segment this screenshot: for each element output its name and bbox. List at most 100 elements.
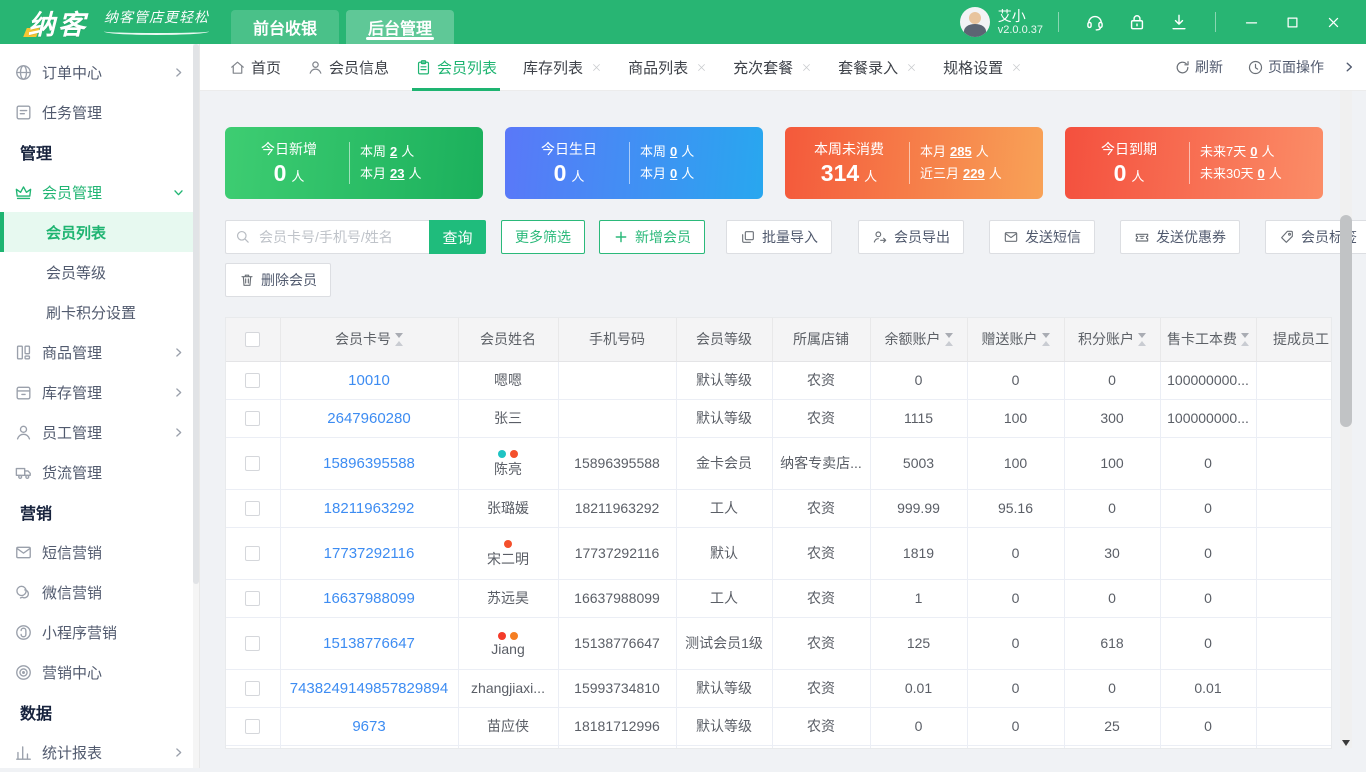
substat-value[interactable]: 0 [1257, 166, 1264, 181]
sidebar-item[interactable]: 会员管理 [0, 172, 199, 212]
row-checkbox[interactable] [245, 411, 260, 426]
page-tab[interactable]: 商品列表 [615, 44, 720, 91]
page-tab[interactable]: 首页 [216, 44, 294, 91]
substat-unit: 人 [408, 166, 421, 181]
row-checkbox[interactable] [245, 681, 260, 696]
stat-card-substats: 本月285人近三月229人 [920, 141, 1002, 185]
page-tab[interactable]: 会员列表 [402, 44, 510, 91]
sidebar-scrollbar-thumb[interactable] [193, 44, 199, 584]
substat-value[interactable]: 0 [670, 144, 677, 159]
member-card-link[interactable]: 10010 [348, 372, 390, 389]
sidebar-scrollbar[interactable] [193, 44, 199, 768]
download-icon[interactable] [1169, 12, 1189, 32]
member-card-link[interactable]: 15896395588 [323, 455, 415, 472]
cell-name: 苏远昊 [458, 579, 558, 617]
content-scrollbar[interactable] [1340, 91, 1352, 748]
substat-unit: 人 [681, 144, 694, 159]
sidebar-item[interactable]: 订单中心 [0, 52, 199, 92]
sidebar-item-label: 营销中心 [42, 662, 102, 683]
member-card-link[interactable]: 9673 [352, 718, 385, 735]
sidebar-item[interactable]: 小程序营销 [0, 612, 199, 652]
mode-tab-backoffice[interactable]: 后台管理 [346, 10, 454, 44]
page-operations-button[interactable]: 页面操作 [1247, 57, 1324, 77]
sidebar-item[interactable]: 营销中心 [0, 652, 199, 692]
sort-toggle[interactable] [395, 333, 403, 346]
member-card-link[interactable]: 2647960280 [327, 410, 410, 427]
page-tab[interactable]: 规格设置 [930, 44, 1035, 91]
mode-tab-cashier[interactable]: 前台收银 [231, 10, 339, 44]
sidebar-section-label: 数据 [0, 692, 199, 732]
substat-value[interactable]: 23 [390, 166, 404, 181]
row-checkbox[interactable] [245, 456, 260, 471]
substat-value[interactable]: 2 [390, 144, 397, 159]
search-input[interactable] [225, 220, 429, 254]
user-meta: 艾小 v2.0.0.37 [998, 8, 1043, 37]
send-coupon-button[interactable]: 发送优惠券 [1120, 220, 1240, 254]
sidebar-subitem[interactable]: 刷卡积分设置 [0, 292, 199, 332]
maximize-icon[interactable] [1285, 15, 1300, 30]
sidebar-item[interactable]: 微信营销 [0, 572, 199, 612]
column-header-content: 会员姓名 [480, 329, 536, 349]
page-tab[interactable]: 会员信息 [294, 44, 402, 91]
stat-card-unit: 人 [864, 169, 877, 184]
stat-card-unit: 人 [1131, 169, 1144, 184]
page-tab[interactable]: 充次套餐 [720, 44, 825, 91]
substat-value[interactable]: 0 [670, 166, 677, 181]
member-card-link[interactable]: 17737292116 [324, 545, 415, 562]
sidebar-item[interactable]: 商品管理 [0, 332, 199, 372]
page-tab-bar: 首页会员信息会员列表库存列表商品列表充次套餐套餐录入规格设置 刷新 页面操作 [200, 44, 1366, 91]
substat-value[interactable]: 0 [1250, 144, 1257, 159]
send-sms-button[interactable]: 发送短信 [989, 220, 1095, 254]
search-button[interactable]: 查询 [429, 220, 486, 254]
delete-member-button[interactable]: 删除会员 [225, 263, 331, 297]
add-member-button[interactable]: 新增会员 [599, 220, 705, 254]
page-tab-label: 首页 [251, 57, 281, 78]
row-checkbox[interactable] [245, 636, 260, 651]
sort-up-icon [1138, 341, 1146, 346]
sort-toggle[interactable] [1138, 333, 1146, 346]
close-icon[interactable] [1326, 15, 1341, 30]
cell-card: 9673 [280, 707, 458, 745]
page-tab[interactable]: 套餐录入 [825, 44, 930, 91]
row-checkbox[interactable] [245, 546, 260, 561]
sidebar-item[interactable]: 统计报表 [0, 732, 199, 772]
sidebar-subitem[interactable]: 会员列表 [0, 212, 199, 252]
tabbar-more-icon[interactable] [1342, 60, 1356, 74]
sidebar-item[interactable]: 员工管理 [0, 412, 199, 452]
sidebar-subitem[interactable]: 会员等级 [0, 252, 199, 292]
member-export-button[interactable]: 会员导出 [858, 220, 964, 254]
row-checkbox[interactable] [245, 591, 260, 606]
content-scrollbar-thumb[interactable] [1340, 215, 1352, 427]
sidebar-item[interactable]: 货流管理 [0, 452, 199, 492]
batch-import-button[interactable]: 批量导入 [726, 220, 832, 254]
cell-gift: 0 [967, 669, 1064, 707]
lock-icon[interactable] [1127, 12, 1147, 32]
sort-toggle[interactable] [945, 333, 953, 346]
select-all-checkbox[interactable] [245, 332, 260, 347]
row-checkbox[interactable] [245, 719, 260, 734]
sidebar-item[interactable]: 短信营销 [0, 532, 199, 572]
scrollbar-down-arrow[interactable] [1340, 737, 1352, 749]
page-tab[interactable]: 库存列表 [510, 44, 615, 91]
minimize-icon[interactable] [1244, 15, 1259, 30]
sort-toggle[interactable] [1042, 333, 1050, 346]
support-headset-icon[interactable] [1085, 12, 1105, 32]
sidebar-item[interactable]: 库存管理 [0, 372, 199, 412]
row-checkbox[interactable] [245, 501, 260, 516]
member-card-link[interactable]: 7438249149857829894 [290, 680, 449, 697]
member-card-link[interactable]: 18211963292 [324, 500, 415, 517]
avatar[interactable] [960, 7, 990, 37]
substat-value[interactable]: 285 [950, 144, 972, 159]
row-checkbox[interactable] [245, 373, 260, 388]
cell-commission [1256, 669, 1332, 707]
substat-label: 未来30天 [1200, 166, 1253, 181]
sort-toggle[interactable] [1241, 333, 1249, 346]
more-filters-button[interactable]: 更多筛选 [501, 220, 585, 254]
refresh-button[interactable]: 刷新 [1174, 57, 1223, 77]
cell-points: 0 [1064, 361, 1160, 399]
member-card-link[interactable]: 15138776647 [323, 635, 415, 652]
sidebar-item[interactable]: 任务管理 [0, 92, 199, 132]
member-card-link[interactable]: 16637988099 [323, 590, 415, 607]
substat-value[interactable]: 229 [963, 166, 985, 181]
cell-commission [1256, 527, 1332, 579]
